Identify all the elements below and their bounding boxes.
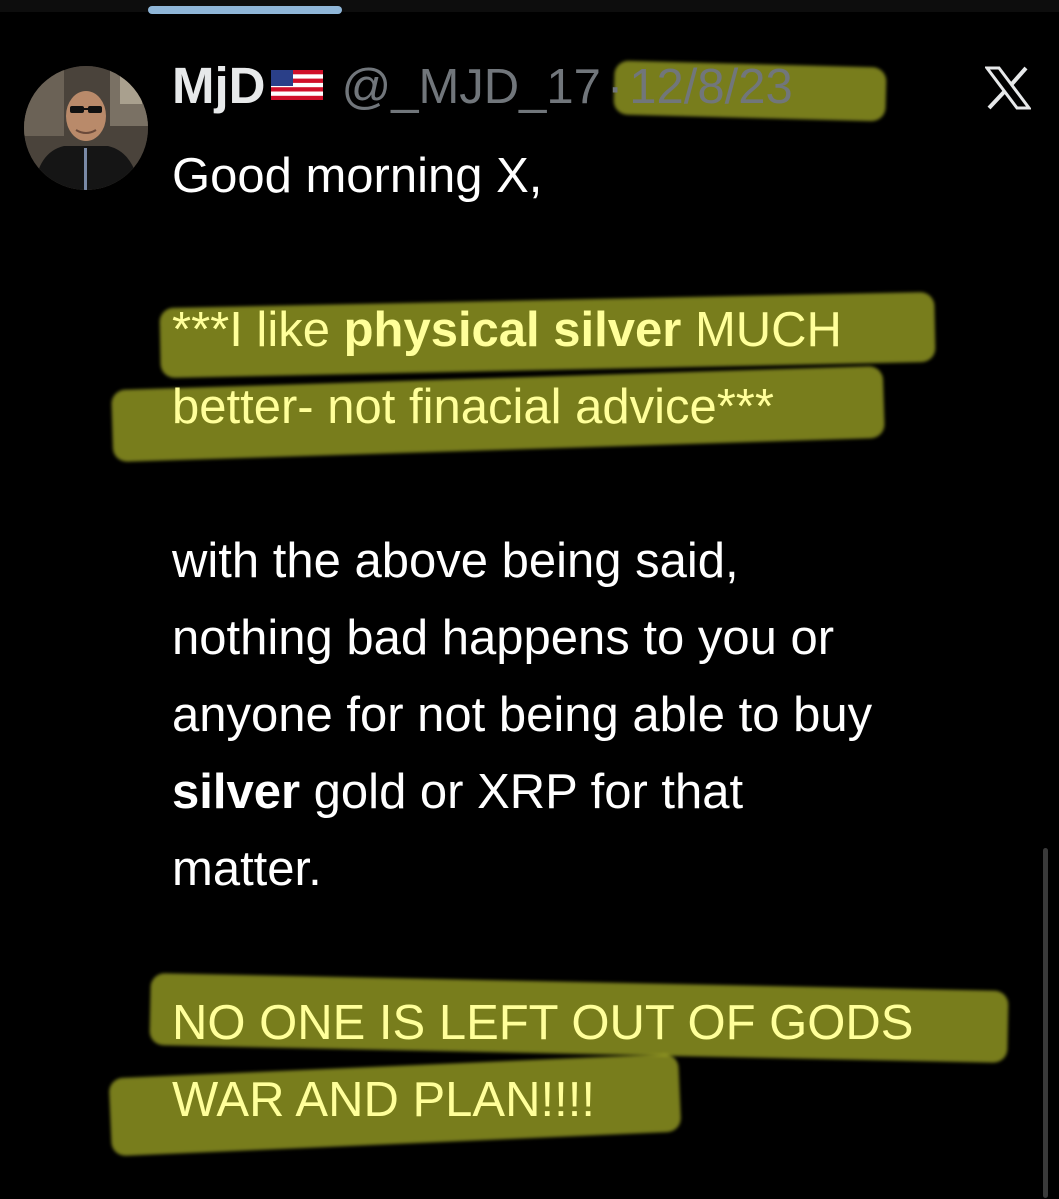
paragraph-line-4-rest: gold or XRP for that — [300, 765, 744, 819]
closing-line-1: NO ONE IS LEFT OUT OF GODS — [172, 996, 914, 1050]
avatar-photo — [24, 66, 148, 190]
disclaimer-line-1: ***I like physical silver MUCH — [172, 292, 1032, 369]
drag-handle[interactable] — [148, 6, 342, 14]
paragraph-line-1: with the above being said, — [172, 534, 739, 588]
disclaimer-line-2: better- not finacial advice*** — [172, 380, 774, 434]
greeting-line: Good morning X, — [172, 149, 543, 203]
avatar[interactable] — [24, 66, 148, 190]
silver-bold: silver — [172, 765, 301, 819]
us-flag-icon — [271, 70, 324, 105]
disclaimer-bold: physical silver — [343, 303, 682, 357]
disclaimer-prefix: ***I like — [172, 303, 344, 357]
disclaimer-mid: MUCH — [681, 303, 842, 357]
paragraph-line-2: nothing bad happens to you or — [172, 611, 835, 665]
paragraph-line-3: anyone for not being able to buy — [172, 688, 873, 742]
scrollbar[interactable] — [1043, 848, 1048, 1198]
closing-line-2: WAR AND PLAN!!!! — [172, 1073, 595, 1127]
author-handle[interactable]: @_MJD_17 — [341, 59, 600, 115]
post-date[interactable]: 12/8/23 — [629, 59, 793, 115]
author-name[interactable]: MjD — [172, 56, 265, 115]
tweet-header: MjD @_MJD_17 · 12/8/23 — [172, 56, 793, 120]
tweet-body: Good morning X, ***I like physical silve… — [172, 138, 1032, 1139]
separator-dot: · — [606, 60, 624, 114]
paragraph-line-5: matter. — [172, 842, 322, 896]
x-logo-icon[interactable] — [984, 66, 1032, 110]
paragraph-line-4: silver gold or XRP for that — [172, 754, 1032, 831]
